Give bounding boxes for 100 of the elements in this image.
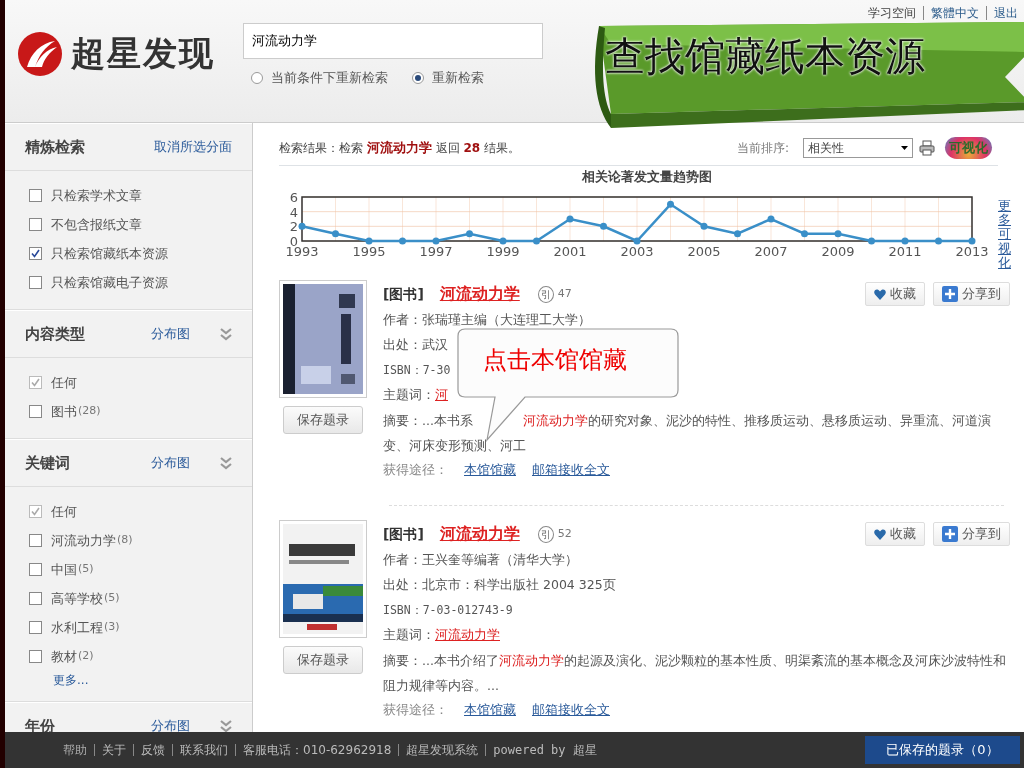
option-label: 不包含报纸文章	[51, 215, 142, 234]
access-link[interactable]: 本馆馆藏	[464, 461, 516, 481]
print-icon[interactable]	[919, 140, 935, 156]
banner-text: 查找馆藏纸本资源	[605, 32, 925, 81]
access-link[interactable]: 邮箱接收全文	[532, 461, 610, 481]
data-point	[834, 229, 842, 237]
checkbox[interactable]	[29, 218, 42, 231]
favorite-button[interactable]: 收藏	[865, 282, 925, 307]
chevron-double-down-icon[interactable]	[220, 719, 232, 732]
save-record-button[interactable]: 保存题录	[283, 406, 363, 435]
data-point	[667, 200, 674, 208]
option-label: 高等学校	[51, 589, 103, 608]
type-tag: [图书]	[383, 283, 424, 305]
data-point	[700, 222, 708, 230]
top-link[interactable]: 退出	[986, 6, 1018, 20]
footer-link[interactable]: powered by 超星	[485, 744, 597, 756]
data-point	[901, 237, 909, 245]
checkbox[interactable]	[29, 276, 42, 289]
subject-link[interactable]: 河流动力学	[435, 626, 500, 646]
checkbox[interactable]	[29, 405, 42, 418]
more-link[interactable]: 更多...	[53, 673, 89, 687]
x-tick-label: 1995	[352, 243, 386, 259]
option-count: (8)	[117, 532, 133, 549]
heart-icon	[874, 528, 886, 540]
checkbox[interactable]	[29, 592, 42, 605]
radio-button[interactable]	[251, 72, 263, 85]
abstract-text: 摘要：...本书系 河流动力学的研究对象、泥沙的特性、推移质运动、悬移质运动、异重流、河道演变、河床变形预测、河工	[383, 412, 992, 456]
radio-button[interactable]	[412, 72, 424, 85]
share-button[interactable]: 分享到	[933, 282, 1010, 307]
checkbox[interactable]	[29, 534, 42, 547]
facet-link[interactable]: 分布图	[151, 716, 190, 732]
heart-icon	[874, 288, 886, 300]
result-title[interactable]: 河流动力学	[439, 282, 520, 307]
x-tick-label: 2003	[620, 243, 654, 259]
footer-link[interactable]: 超星发现系统	[398, 744, 479, 756]
footer-link[interactable]: 关于	[94, 744, 126, 756]
favorite-button[interactable]: 收藏	[865, 522, 925, 547]
x-tick-label: 2013	[955, 243, 989, 259]
checkbox[interactable]	[29, 621, 42, 634]
data-point	[767, 215, 775, 223]
y-tick-label: 2	[289, 219, 298, 235]
access-label: 获得途径：	[383, 701, 448, 720]
radio-option[interactable]: 重新检索	[412, 69, 484, 88]
footer-link[interactable]: 客服电话：010-62962918	[235, 744, 392, 756]
facet-link[interactable]: 分布图	[151, 453, 190, 473]
save-record-button[interactable]: 保存题录	[283, 646, 363, 675]
abstract-text: 摘要：...本书介绍了河流动力学的起源及演化、泥沙颗粒的基本性质、明渠紊流的基本概念及河床沙波特性和阻力规律等内容。...	[383, 652, 1007, 696]
footer-link[interactable]: 联系我们	[172, 744, 228, 756]
result-title[interactable]: 河流动力学	[439, 522, 520, 547]
data-point	[365, 237, 373, 245]
chevron-double-down-icon[interactable]	[220, 456, 232, 470]
option-label: 只检索馆藏电子资源	[51, 273, 168, 292]
top-link[interactable]: 学习空间	[868, 6, 916, 20]
option-label: 任何	[51, 373, 77, 392]
data-point	[633, 237, 641, 245]
section-title: 精炼检索	[25, 136, 85, 158]
footer-link[interactable]: 帮助	[63, 741, 87, 759]
y-tick-label: 4	[289, 204, 298, 220]
x-tick-label: 1997	[419, 243, 453, 259]
access-link[interactable]: 本馆馆藏	[464, 701, 516, 721]
top-link[interactable]: 繁體中文	[923, 6, 979, 20]
y-tick-label: 6	[289, 189, 298, 205]
source-text: 出处：武汉	[383, 336, 448, 355]
search-field[interactable]: 河流动力学	[243, 23, 543, 59]
share-button[interactable]: 分享到	[933, 522, 1010, 547]
radio-option[interactable]: 当前条件下重新检索	[251, 69, 388, 88]
access-label: 获得途径：	[383, 461, 448, 480]
callout-text: 点击本馆馆藏	[483, 345, 627, 377]
plus-icon	[942, 286, 958, 303]
citation-count: 47	[557, 286, 572, 302]
chart-title: 相关论著发文量趋势图	[581, 168, 712, 186]
checkbox[interactable]	[29, 650, 42, 663]
subject-label: 主题词：	[383, 626, 435, 645]
footer-link[interactable]: 反馈	[133, 744, 165, 756]
sort-label: 当前排序:	[736, 140, 789, 157]
data-point	[734, 229, 741, 237]
sort-select[interactable]: 相关性	[803, 138, 913, 158]
more-visualization-link[interactable]: 更多可视化	[998, 198, 1011, 271]
dropdown-caret-icon	[901, 146, 908, 150]
option-count: (3)	[104, 619, 120, 636]
saved-records-button[interactable]: 已保存的题录（0）	[865, 736, 1020, 764]
option-label: 教材	[51, 647, 77, 666]
data-point	[801, 229, 808, 237]
checkbox[interactable]	[29, 247, 42, 260]
chevron-double-down-icon[interactable]	[220, 327, 232, 341]
data-point	[566, 215, 574, 223]
data-point	[935, 237, 942, 245]
data-point	[600, 222, 607, 230]
option-label: 只检索学术文章	[51, 186, 142, 205]
subject-link[interactable]: 河	[435, 386, 448, 406]
option-label: 图书	[51, 402, 77, 421]
checkbox[interactable]	[29, 189, 42, 202]
facet-link[interactable]: 分布图	[151, 324, 190, 344]
access-link[interactable]: 邮箱接收全文	[532, 701, 610, 721]
author-text: 作者：王兴奎等编著（清华大学）	[383, 551, 578, 570]
plus-icon	[942, 526, 958, 543]
checkbox[interactable]	[29, 563, 42, 576]
option-label: 河流动力学	[51, 531, 116, 550]
source-text: 出处：北京市：科学出版社 2004 325页	[383, 576, 616, 595]
facet-link[interactable]: 取消所选分面	[154, 137, 232, 157]
